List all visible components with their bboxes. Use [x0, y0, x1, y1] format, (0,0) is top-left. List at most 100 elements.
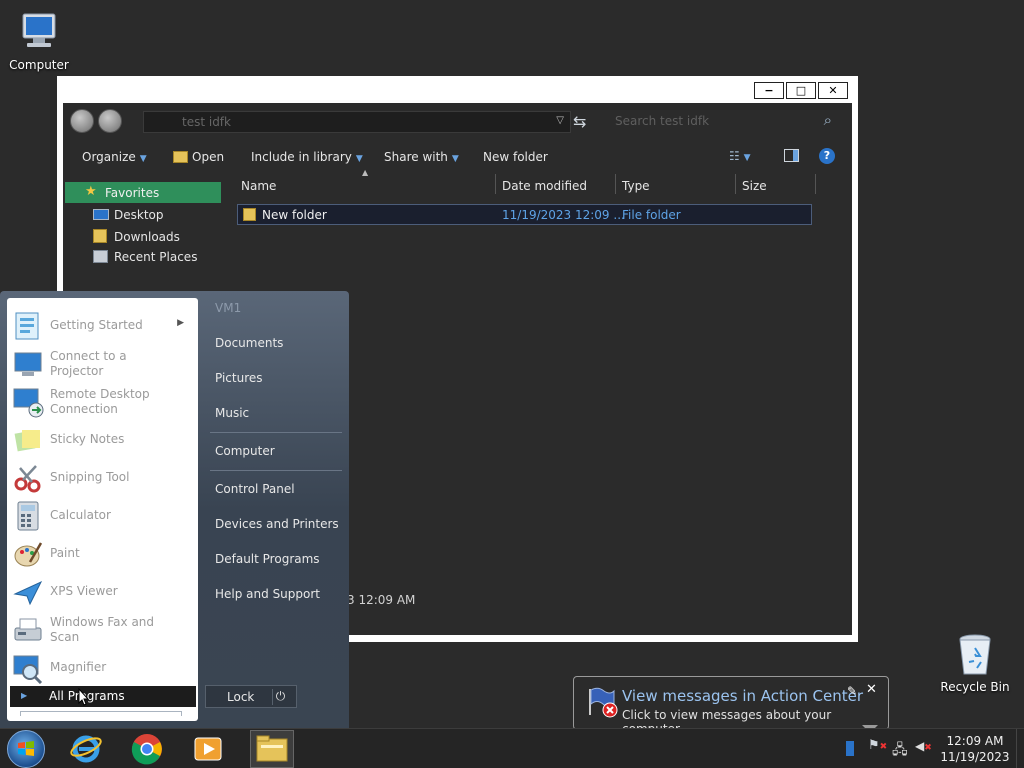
fax-scan-icon [12, 614, 44, 646]
magnifier-icon [12, 652, 44, 685]
default-programs-link[interactable]: Default Programs [215, 552, 320, 566]
include-in-library-button[interactable]: Include in library ▼ [251, 150, 363, 164]
nav-downloads[interactable]: Downloads [93, 229, 180, 244]
recent-places-icon [93, 250, 108, 263]
pictures-link[interactable]: Pictures [215, 371, 263, 385]
file-explorer-button[interactable] [250, 730, 294, 768]
search-input[interactable]: Search test idfk ⌕ [604, 111, 840, 133]
program-magnifier[interactable]: Magnifier [10, 650, 196, 686]
program-calculator[interactable]: Calculator [10, 498, 196, 534]
column-date-modified[interactable]: Date modified [502, 179, 587, 193]
nav-favorites[interactable]: ★ Favorites [65, 182, 221, 203]
program-xps-viewer[interactable]: XPS Viewer [10, 574, 196, 610]
remote-desktop-icon [12, 386, 44, 418]
menu-separator [210, 470, 342, 471]
forward-button[interactable] [98, 109, 122, 133]
include-label: Include in library [251, 150, 352, 164]
program-label: Calculator [50, 508, 111, 522]
user-name[interactable]: VM1 [215, 301, 241, 315]
help-support-link[interactable]: Help and Support [215, 587, 320, 601]
menu-separator [210, 432, 342, 433]
minimize-button[interactable]: − [754, 82, 784, 99]
getting-started-icon [12, 310, 44, 342]
start-menu-programs-pane: Getting Started ▶ Connect to a Projector… [7, 298, 198, 721]
mouse-cursor-icon [78, 688, 90, 706]
organize-button[interactable]: Organize ▼ [82, 150, 147, 164]
folder-icon [243, 208, 256, 221]
computer-link[interactable]: Computer [215, 444, 275, 458]
column-divider[interactable] [735, 174, 736, 194]
volume-muted-icon[interactable]: ◀✖ [915, 739, 932, 753]
program-connect-projector[interactable]: Connect to a Projector [10, 346, 196, 382]
column-divider[interactable] [495, 174, 496, 194]
maximize-icon: □ [795, 84, 807, 97]
control-panel-link[interactable]: Control Panel [215, 482, 295, 496]
preview-pane-icon[interactable] [784, 149, 799, 162]
desktop-icon [93, 209, 109, 220]
documents-link[interactable]: Documents [215, 336, 283, 350]
nav-recent-places[interactable]: Recent Places [93, 250, 197, 264]
program-fax-scan[interactable]: Windows Fax and Scan [10, 612, 196, 648]
chrome-button[interactable] [130, 732, 164, 766]
column-divider[interactable] [815, 174, 816, 194]
column-divider[interactable] [615, 174, 616, 194]
clock[interactable]: 12:09 AM 11/19/2023 [940, 733, 1010, 765]
show-desktop-button[interactable] [1016, 729, 1024, 768]
new-folder-button[interactable]: New folder [483, 150, 548, 164]
file-row[interactable]: New folder 11/19/2023 12:09 ... File fol… [237, 204, 812, 225]
column-type[interactable]: Type [622, 179, 650, 193]
column-size-label: Size [742, 179, 767, 193]
desktop-icon-recycle-bin[interactable]: Recycle Bin [937, 630, 1013, 694]
program-sticky-notes[interactable]: Sticky Notes [10, 422, 196, 458]
view-options-icon[interactable]: ☷ ▼ [729, 149, 751, 163]
music-link[interactable]: Music [215, 406, 249, 420]
all-programs-button[interactable]: ▶ All Programs [10, 686, 196, 707]
address-bar[interactable]: test idfk ▽ [143, 111, 571, 133]
program-snipping-tool[interactable]: Snipping Tool [10, 460, 196, 496]
close-icon[interactable]: ✕ [866, 682, 877, 697]
refresh-icon[interactable]: ⇆ [573, 112, 586, 131]
start-search-box[interactable] [20, 711, 182, 716]
devices-printers-link[interactable]: Devices and Printers [215, 517, 339, 531]
chevron-down-icon: ▼ [451, 154, 459, 164]
nav-desktop[interactable]: Desktop [93, 208, 164, 222]
internet-explorer-button[interactable] [69, 732, 103, 766]
start-button[interactable] [7, 730, 45, 768]
media-player-button[interactable] [191, 732, 225, 766]
close-button[interactable]: ✕ [818, 82, 848, 99]
file-explorer-icon [256, 735, 288, 762]
back-button[interactable] [70, 109, 94, 133]
desktop-icon-computer[interactable]: Computer [1, 8, 77, 72]
xps-viewer-icon [12, 576, 44, 608]
action-center-tray-icon[interactable]: ⚑✖ [868, 738, 887, 753]
help-icon[interactable]: ? [819, 148, 835, 164]
desktop-icon-label: Recycle Bin [940, 680, 1010, 694]
column-name-label: Name [241, 179, 277, 193]
chevron-down-icon[interactable]: ▽ [556, 115, 564, 126]
open-label: Open [192, 150, 225, 164]
tray-device-icon[interactable] [846, 741, 854, 756]
column-date-label: Date modified [502, 179, 588, 193]
program-getting-started[interactable]: Getting Started ▶ [10, 308, 196, 344]
wrench-icon[interactable]: ✎ [847, 684, 857, 698]
share-with-button[interactable]: Share with ▼ [384, 150, 459, 164]
taskbar: ⚑✖ 🖧 ◀✖ 12:09 AM 11/19/2023 [0, 728, 1024, 768]
network-icon[interactable]: 🖧 [892, 739, 908, 763]
action-center-notification[interactable]: View messages in Action Center Click to … [573, 676, 889, 736]
calculator-icon [12, 500, 44, 532]
start-menu: Getting Started ▶ Connect to a Projector… [0, 291, 349, 728]
column-name[interactable]: Name [241, 179, 276, 193]
lock-button[interactable]: Lock ⏻ [205, 685, 297, 708]
column-size[interactable]: Size [742, 179, 767, 193]
program-paint[interactable]: Paint [10, 536, 196, 572]
maximize-button[interactable]: □ [786, 82, 816, 99]
chevron-right-icon: ▶ [21, 691, 28, 700]
open-button[interactable]: Open [173, 150, 224, 164]
column-type-label: Type [622, 179, 650, 193]
lock-label: Lock [227, 690, 255, 704]
program-remote-desktop[interactable]: Remote Desktop Connection [10, 384, 196, 420]
file-type: File folder [622, 208, 681, 222]
file-date: 11/19/2023 12:09 ... [502, 208, 625, 222]
star-icon: ★ [85, 184, 97, 199]
notification-title: View messages in Action Center [622, 687, 864, 705]
